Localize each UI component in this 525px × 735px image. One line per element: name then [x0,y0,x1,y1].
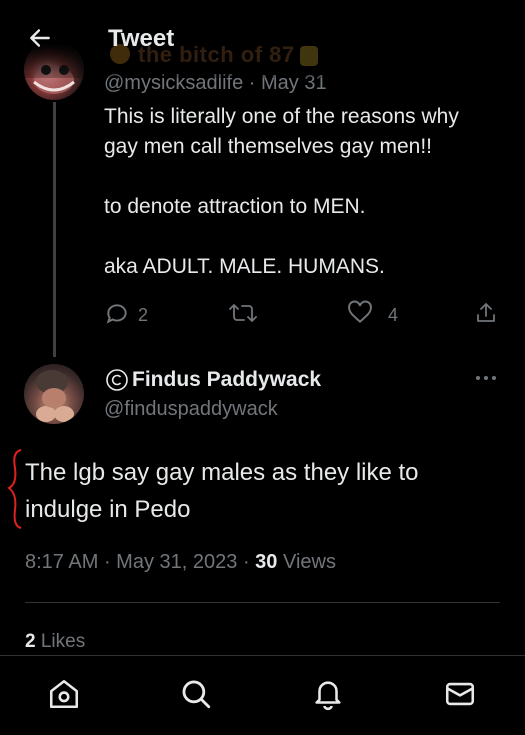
arrow-left-icon [27,25,53,56]
tweet-time[interactable]: 8:17 AM [25,551,98,573]
more-horizontal-icon [474,369,498,387]
parent-text-line: gay men call themselves gay men!! [104,135,432,158]
reply-icon [104,300,130,331]
red-annotation-brace [7,449,22,529]
tweet-date[interactable]: May 31, 2023 [116,551,237,573]
reply-button[interactable]: 2 [104,300,148,331]
obscured-emoji [300,46,318,66]
views-label: Views [282,551,336,573]
home-icon [47,677,81,716]
parent-action-bar: 2 4 [104,300,504,332]
reply-author-handle[interactable]: @finduspaddywack [104,398,278,421]
bottom-navigation [0,655,525,735]
nav-search-button[interactable] [178,678,214,714]
more-options-button[interactable] [472,368,500,388]
nav-messages-button[interactable] [442,678,478,714]
page-title: Tweet [108,25,175,52]
tweet-meta: 8:17 AM · May 31, 2023 · 30 Views [25,551,336,573]
parent-tweet-text: This is literally one of the reasons why… [104,102,504,282]
top-header: the bitch of 87 Tweet [0,0,525,78]
back-button[interactable] [24,24,56,56]
retweet-icon [228,300,258,331]
reply-text-line: indulge in Pedo [25,496,191,523]
reply-author-avatar[interactable] [24,364,84,424]
parent-text-line: aka ADULT. MALE. HUMANS. [104,255,385,278]
likes-summary[interactable]: 2 Likes [25,631,85,653]
reply-tweet-text: The lgb say gay males as they like to in… [25,454,495,528]
search-icon [179,677,213,716]
tweet-page: @mysicksadlife · May 31 This is literall… [0,0,525,735]
nav-notifications-button[interactable] [310,678,346,714]
likes-label: Likes [40,631,86,652]
divider [25,602,500,603]
retweet-button[interactable] [228,300,266,331]
share-icon [474,300,498,331]
views-count: 30 [255,551,278,573]
share-button[interactable] [474,300,498,331]
like-button[interactable]: 4 [346,300,398,331]
reply-count: 2 [138,305,149,325]
heart-icon [346,300,374,331]
reply-text-line: The lgb say gay males as they like to [25,459,419,486]
nav-home-button[interactable] [46,678,82,714]
messages-icon [443,677,477,716]
copyright-icon [104,367,130,393]
like-count: 4 [388,305,399,325]
reply-author-name-row[interactable]: Findus Paddywack [104,367,321,393]
reply-author-name: Findus Paddywack [132,368,322,391]
likes-count: 2 [25,631,36,652]
thread-connector-line [53,102,56,357]
parent-text-line: This is literally one of the reasons why [104,105,459,128]
parent-text-line: to denote attraction to MEN. [104,195,366,218]
notifications-icon [311,677,345,716]
